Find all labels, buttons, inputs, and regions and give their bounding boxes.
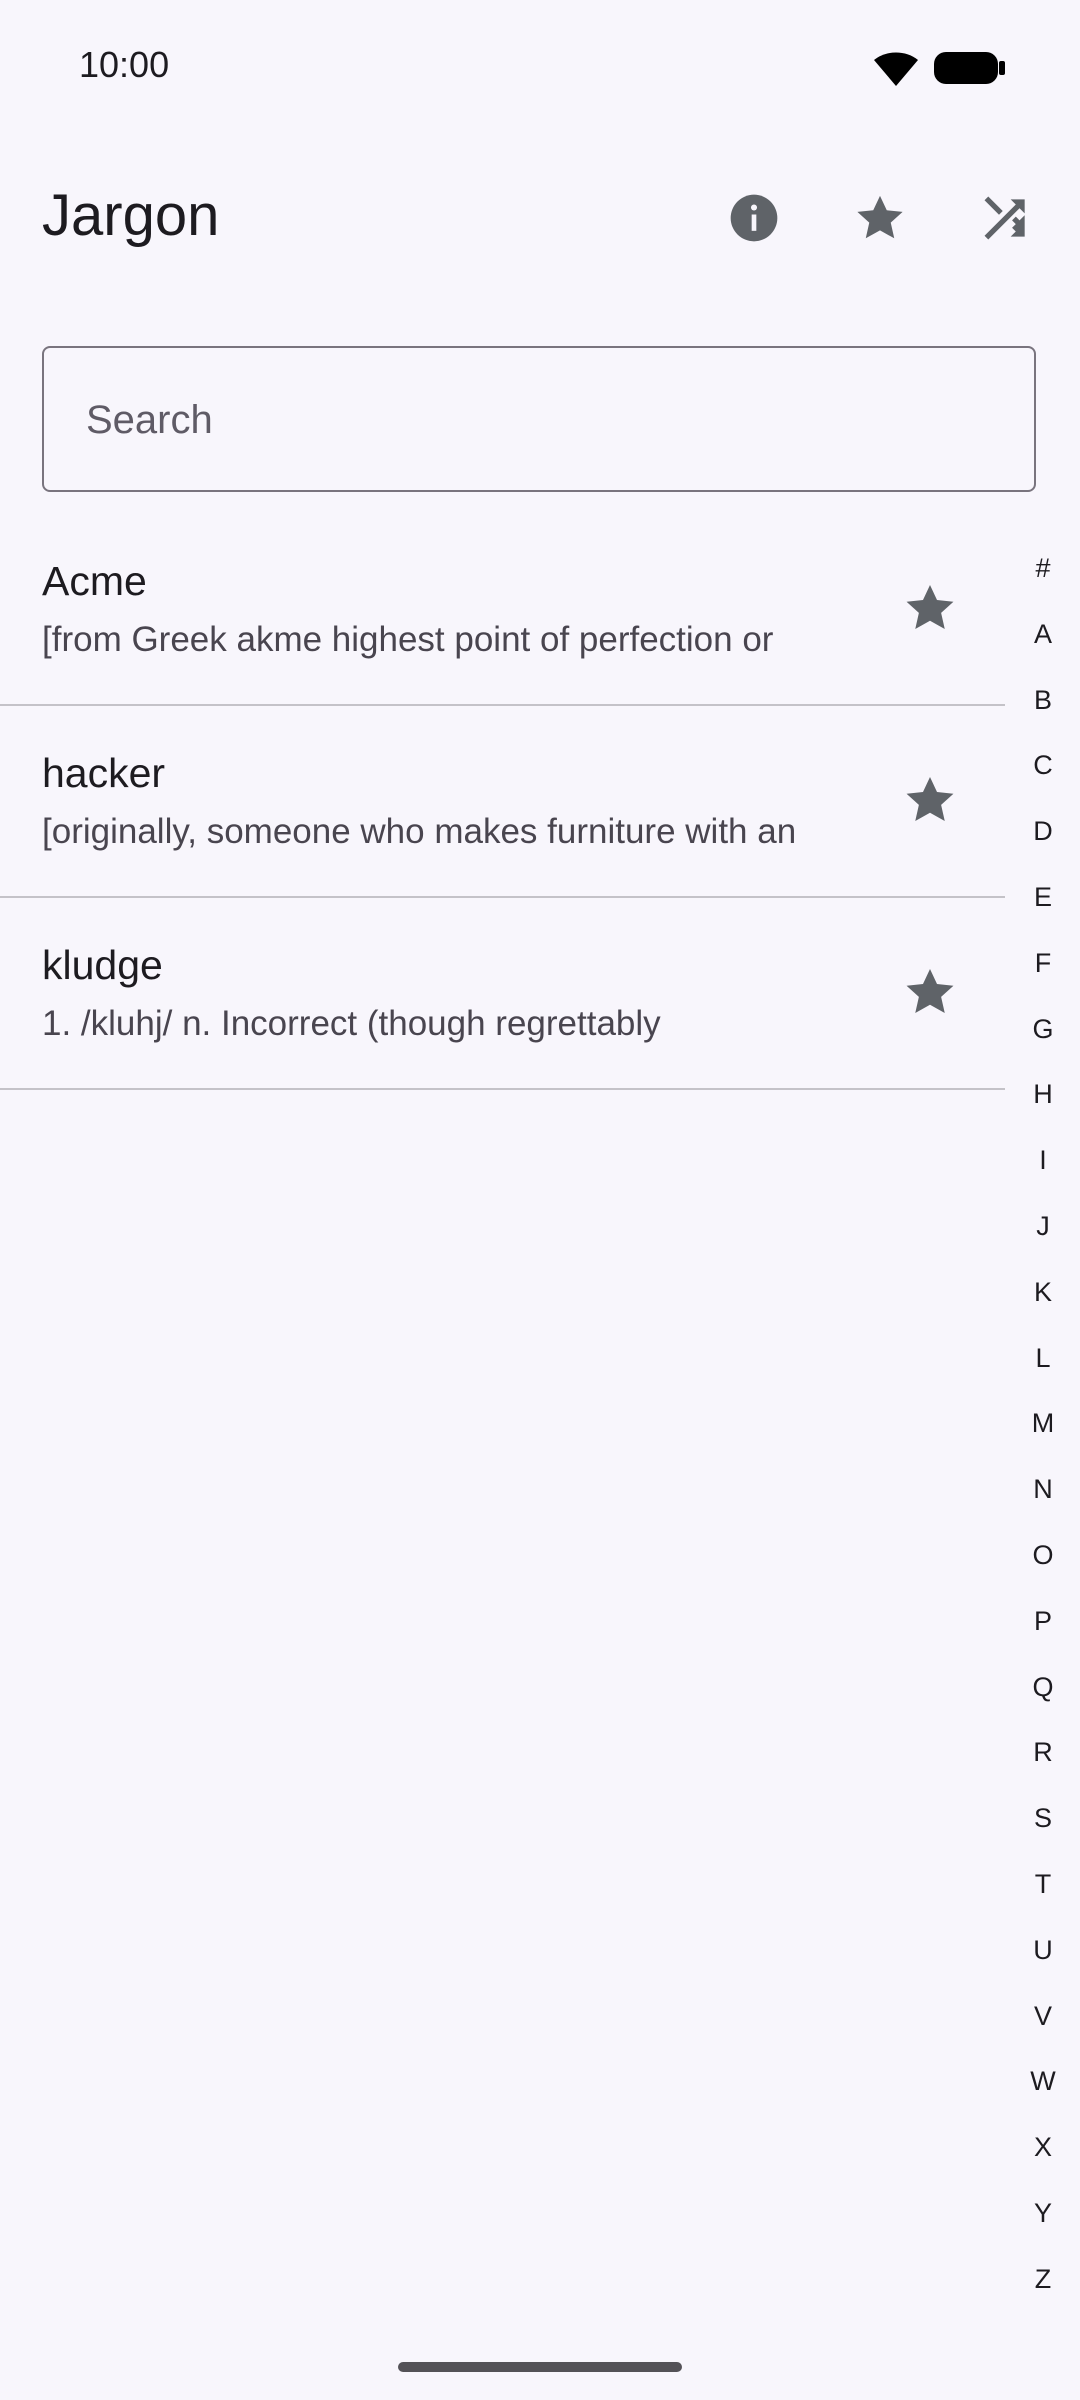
term-title: hacker xyxy=(42,750,166,796)
index-letter[interactable]: V xyxy=(1020,1996,1066,2062)
wifi-icon xyxy=(872,48,920,88)
alphabet-index[interactable]: # A B C D E F G H I J K L M N O P Q R S T U V W X Y Z xyxy=(1020,548,1066,2325)
index-letter[interactable]: J xyxy=(1020,1206,1066,1272)
term-description: 1. /kluhj/ n. Incorrect (though regretta… xyxy=(42,1004,661,1043)
term-description: [originally, someone who makes furniture… xyxy=(42,812,797,851)
index-letter[interactable]: N xyxy=(1020,1469,1066,1535)
favorite-toggle[interactable] xyxy=(890,954,970,1034)
index-letter[interactable]: S xyxy=(1020,1798,1066,1864)
favorites-button[interactable] xyxy=(832,172,928,268)
index-letter[interactable]: P xyxy=(1020,1601,1066,1667)
index-letter[interactable]: Y xyxy=(1020,2193,1066,2259)
app-title: Jargon xyxy=(42,183,220,248)
star-icon xyxy=(901,771,959,834)
top-app-bar: Jargon xyxy=(0,150,1080,290)
index-letter[interactable]: T xyxy=(1020,1864,1066,1930)
star-icon xyxy=(901,963,959,1026)
status-bar: 10:00 xyxy=(0,0,1080,132)
index-letter[interactable]: I xyxy=(1020,1140,1066,1206)
index-letter[interactable]: O xyxy=(1020,1535,1066,1601)
index-letter[interactable]: A xyxy=(1020,614,1066,680)
index-letter[interactable]: W xyxy=(1020,2061,1066,2127)
search-field[interactable] xyxy=(42,346,1036,492)
index-letter[interactable]: D xyxy=(1020,811,1066,877)
star-icon xyxy=(852,190,908,251)
index-letter[interactable]: C xyxy=(1020,745,1066,811)
list-item[interactable]: hacker [originally, someone who makes fu… xyxy=(0,706,1005,898)
info-button[interactable] xyxy=(706,172,802,268)
term-list: Acme [from Greek akme highest point of p… xyxy=(0,514,1005,1090)
index-letter[interactable]: Z xyxy=(1020,2259,1066,2325)
index-letter[interactable]: F xyxy=(1020,943,1066,1009)
index-letter[interactable]: Q xyxy=(1020,1667,1066,1733)
index-letter[interactable]: H xyxy=(1020,1074,1066,1140)
favorite-toggle[interactable] xyxy=(890,762,970,842)
index-letter[interactable]: K xyxy=(1020,1272,1066,1338)
term-description: [from Greek akme highest point of perfec… xyxy=(42,620,774,659)
index-letter[interactable]: M xyxy=(1020,1403,1066,1469)
shuffle-button[interactable] xyxy=(958,172,1054,268)
list-item[interactable]: kludge 1. /kluhj/ n. Incorrect (though r… xyxy=(0,898,1005,1090)
term-title: kludge xyxy=(42,942,163,988)
info-icon xyxy=(726,190,782,251)
index-letter[interactable]: L xyxy=(1020,1338,1066,1404)
favorite-toggle[interactable] xyxy=(890,570,970,650)
index-letter[interactable]: R xyxy=(1020,1732,1066,1798)
index-letter[interactable]: U xyxy=(1020,1930,1066,1996)
list-item[interactable]: Acme [from Greek akme highest point of p… xyxy=(0,514,1005,706)
home-indicator[interactable] xyxy=(398,2362,682,2372)
index-letter[interactable]: # xyxy=(1020,548,1066,614)
index-letter[interactable]: G xyxy=(1020,1009,1066,1075)
star-icon xyxy=(901,579,959,642)
term-title: Acme xyxy=(42,558,147,604)
battery-icon xyxy=(934,50,1006,86)
search-input[interactable] xyxy=(84,348,988,492)
index-letter[interactable]: B xyxy=(1020,680,1066,746)
index-letter[interactable]: X xyxy=(1020,2127,1066,2193)
status-time: 10:00 xyxy=(79,44,170,85)
index-letter[interactable]: E xyxy=(1020,877,1066,943)
shuffle-icon xyxy=(978,190,1034,251)
